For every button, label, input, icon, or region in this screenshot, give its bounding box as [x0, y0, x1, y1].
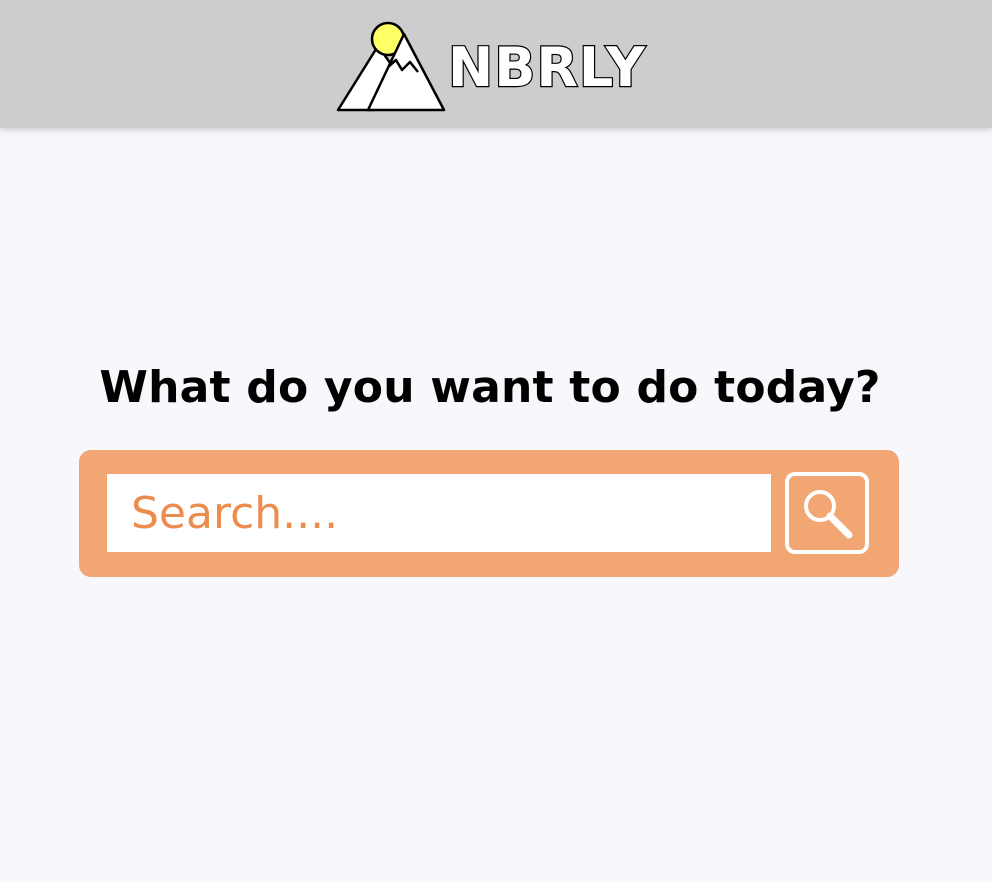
brand-logo[interactable]: NBRLY [336, 20, 666, 114]
search-input[interactable] [107, 474, 771, 552]
top-header: NBRLY [0, 0, 992, 128]
search-button[interactable] [785, 472, 869, 554]
brand-name: NBRLY [448, 36, 646, 99]
mountains-sun-icon: NBRLY [336, 21, 646, 112]
magnifier-icon [804, 490, 853, 539]
search-bar [79, 450, 899, 577]
page-heading: What do you want to do today? [99, 362, 881, 413]
